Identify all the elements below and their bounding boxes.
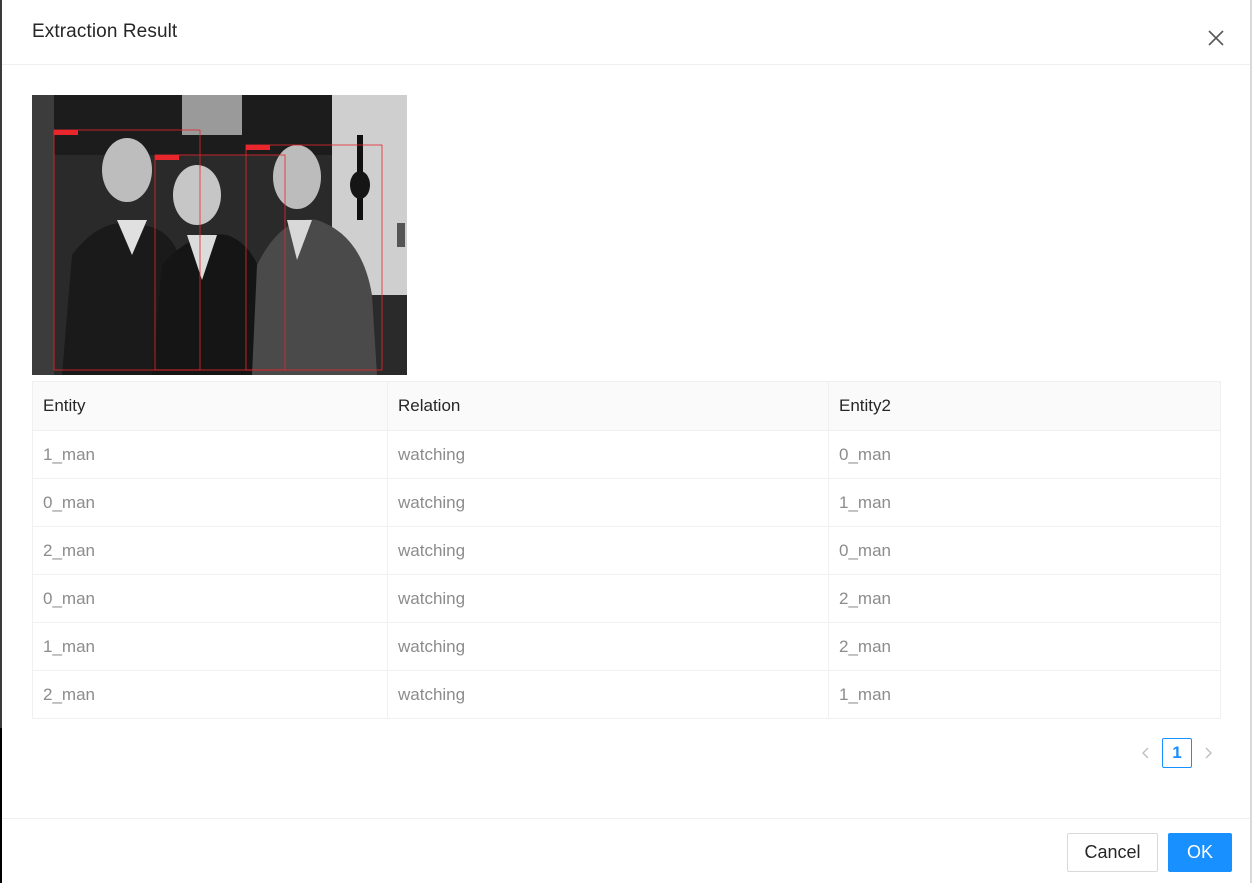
modal-title: Extraction Result <box>32 21 178 42</box>
table-row[interactable]: 2_man watching 1_man <box>32 670 1221 719</box>
cell-relation: watching <box>387 574 829 623</box>
cell-entity: 2_man <box>32 526 388 575</box>
ok-button[interactable]: OK <box>1168 833 1232 872</box>
chevron-left-icon <box>1142 747 1149 759</box>
table-row[interactable]: 0_man watching 1_man <box>32 478 1221 527</box>
close-button[interactable] <box>1206 28 1226 48</box>
chevron-right-icon <box>1205 747 1212 759</box>
modal-footer: Cancel OK <box>2 818 1250 883</box>
cell-relation: watching <box>387 526 829 575</box>
cell-entity2: 0_man <box>828 526 1221 575</box>
column-header-entity2[interactable]: Entity2 <box>828 381 1221 431</box>
cell-entity2: 0_man <box>828 430 1221 479</box>
column-header-relation[interactable]: Relation <box>387 381 829 431</box>
cell-entity2: 2_man <box>828 574 1221 623</box>
cell-entity: 2_man <box>32 670 388 719</box>
cell-relation: watching <box>387 430 829 479</box>
cell-entity2: 2_man <box>828 622 1221 671</box>
cell-entity2: 1_man <box>828 670 1221 719</box>
extraction-result-modal: Extraction Result Entity Relation Entity… <box>2 0 1250 883</box>
table-row[interactable]: 1_man watching 0_man <box>32 430 1221 479</box>
modal-header: Extraction Result <box>2 0 1250 65</box>
cell-relation: watching <box>387 478 829 527</box>
cell-relation: watching <box>387 670 829 719</box>
pagination-next-button[interactable] <box>1198 743 1218 763</box>
extraction-preview-image <box>32 95 407 375</box>
pagination-page-1[interactable]: 1 <box>1162 738 1192 768</box>
cancel-button[interactable]: Cancel <box>1067 833 1158 872</box>
cell-relation: watching <box>387 622 829 671</box>
cell-entity: 0_man <box>32 478 388 527</box>
column-header-entity[interactable]: Entity <box>32 381 388 431</box>
table-row[interactable]: 0_man watching 2_man <box>32 574 1221 623</box>
relations-table: Entity Relation Entity2 1_man watching 0… <box>32 381 1221 719</box>
cell-entity: 1_man <box>32 622 388 671</box>
table-row[interactable]: 1_man watching 2_man <box>32 622 1221 671</box>
table-row[interactable]: 2_man watching 0_man <box>32 526 1221 575</box>
cell-entity2: 1_man <box>828 478 1221 527</box>
close-icon <box>1208 30 1224 46</box>
cell-entity: 1_man <box>32 430 388 479</box>
cell-entity: 0_man <box>32 574 388 623</box>
table-header-row: Entity Relation Entity2 <box>32 381 1221 431</box>
pagination-prev-button[interactable] <box>1136 743 1156 763</box>
